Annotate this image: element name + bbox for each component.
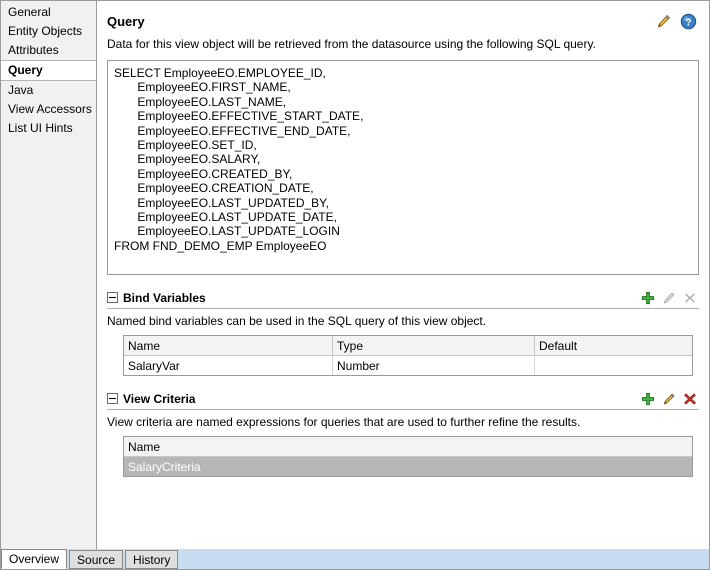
sidebar-item-label: List UI Hints: [8, 121, 73, 135]
cell-name: SalaryCriteria: [124, 456, 692, 476]
view-criteria-table: Name SalaryCriteria: [124, 437, 692, 476]
cell-type: Number: [332, 355, 535, 375]
delete-icon[interactable]: [683, 392, 697, 406]
query-description: Data for this view object will be retrie…: [107, 37, 596, 51]
column-header-type[interactable]: Type: [332, 336, 535, 356]
sidebar-item-view-accessors[interactable]: View Accessors: [1, 100, 96, 119]
column-header-default[interactable]: Default: [534, 336, 692, 356]
tab-label: Source: [77, 553, 116, 567]
header-actions: ?: [655, 13, 699, 30]
sidebar-item-general[interactable]: General: [1, 3, 96, 22]
sidebar-item-query[interactable]: Query: [1, 60, 96, 81]
view-criteria-title: View Criteria: [123, 391, 196, 406]
delete-icon: [683, 291, 697, 305]
svg-text:?: ?: [685, 17, 691, 28]
tab-overview[interactable]: Overview: [1, 549, 68, 569]
pencil-icon[interactable]: [655, 13, 672, 30]
cell-default: [534, 355, 692, 375]
column-header-name[interactable]: Name: [124, 336, 333, 356]
page-title: Query: [107, 14, 145, 29]
sidebar-item-java[interactable]: Java: [1, 81, 96, 100]
collapse-toggle-icon[interactable]: [107, 393, 118, 404]
sidebar-item-label: Query: [8, 63, 43, 77]
editor-tab-strip: Overview Source History: [0, 549, 710, 570]
sidebar-item-label: Attributes: [8, 43, 59, 57]
sidebar-item-label: View Accessors: [8, 102, 92, 116]
editor-body: General Entity Objects Attributes Query …: [0, 0, 710, 549]
sidebar-item-label: General: [8, 5, 51, 19]
add-icon[interactable]: [641, 392, 655, 406]
help-icon[interactable]: ?: [680, 13, 697, 30]
view-criteria-header-left: View Criteria: [107, 392, 195, 406]
column-header-name[interactable]: Name: [124, 437, 692, 457]
bind-variables-actions: [641, 291, 699, 305]
bind-variables-title: Bind Variables: [123, 290, 206, 305]
bind-variables-description: Named bind variables can be used in the …: [107, 314, 487, 328]
bind-variables-header: Bind Variables: [107, 289, 699, 309]
view-criteria-header: View Criteria: [107, 390, 699, 410]
tab-label: History: [133, 553, 171, 567]
pencil-icon: [662, 291, 676, 305]
view-criteria-section: View Criteria View criteria are named ex…: [107, 390, 699, 477]
table-header-row: Name Type Default: [124, 336, 692, 356]
tab-source[interactable]: Source: [69, 550, 124, 569]
bind-variables-table: Name Type Default SalaryVar Number: [124, 336, 692, 375]
cell-name: SalaryVar: [124, 355, 333, 375]
pencil-icon[interactable]: [662, 392, 676, 406]
bind-variables-section: Bind Variables Named bind variables can …: [107, 289, 699, 376]
collapse-toggle-icon[interactable]: [107, 292, 118, 303]
sidebar-item-label: Java: [8, 83, 34, 97]
view-criteria-actions: [641, 392, 699, 406]
sidebar-item-entity-objects[interactable]: Entity Objects: [1, 22, 96, 41]
bind-variables-grid[interactable]: Name Type Default SalaryVar Number: [123, 335, 693, 376]
sql-query-box[interactable]: SELECT EmployeeEO.EMPLOYEE_ID, EmployeeE…: [107, 60, 699, 275]
view-object-editor: General Entity Objects Attributes Query …: [0, 0, 710, 570]
panel-header: Query ?: [107, 13, 699, 35]
bind-variables-header-left: Bind Variables: [107, 291, 206, 305]
add-icon[interactable]: [641, 291, 655, 305]
sidebar-item-list-ui-hints[interactable]: List UI Hints: [1, 119, 96, 138]
sidebar-item-label: Entity Objects: [8, 24, 83, 38]
sql-query-text: SELECT EmployeeEO.EMPLOYEE_ID, EmployeeE…: [114, 66, 364, 253]
tab-history[interactable]: History: [125, 550, 179, 569]
sidebar-item-attributes[interactable]: Attributes: [1, 41, 96, 60]
table-header-row: Name: [124, 437, 692, 457]
table-row[interactable]: SalaryCriteria: [124, 456, 692, 476]
query-panel: Query ? Data for this view object will b…: [97, 1, 709, 549]
navigation-sidebar: General Entity Objects Attributes Query …: [1, 1, 97, 549]
view-criteria-grid[interactable]: Name SalaryCriteria: [123, 436, 693, 477]
tab-label: Overview: [9, 552, 60, 566]
table-row[interactable]: SalaryVar Number: [124, 355, 692, 375]
view-criteria-description: View criteria are named expressions for …: [107, 415, 581, 429]
